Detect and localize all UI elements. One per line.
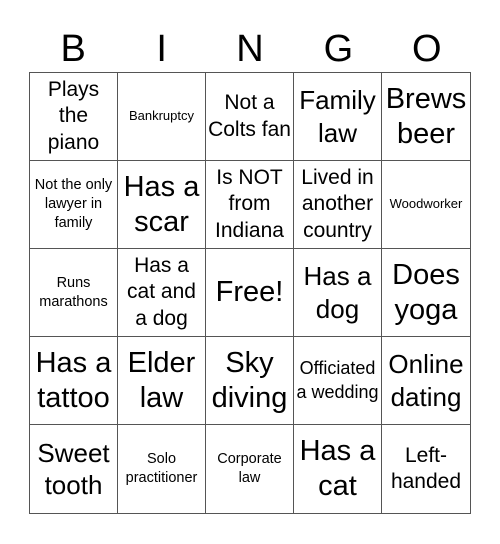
header-letter-g: G xyxy=(323,28,354,70)
bingo-cell[interactable]: Plays the piano xyxy=(30,73,118,161)
header-letter-b: B xyxy=(60,28,86,70)
bingo-cell[interactable]: Sweet tooth xyxy=(30,425,118,513)
bingo-cell[interactable]: Woodworker xyxy=(382,161,470,249)
bingo-cell[interactable]: Has a dog xyxy=(294,249,382,337)
bingo-cell-free[interactable]: Free! xyxy=(206,249,294,337)
bingo-cell[interactable]: Solo practitioner xyxy=(118,425,206,513)
bingo-cell[interactable]: Brews beer xyxy=(382,73,470,161)
bingo-cell[interactable]: Has a scar xyxy=(118,161,206,249)
header-letter-n: N xyxy=(236,28,264,70)
bingo-cell[interactable]: Bankruptcy xyxy=(118,73,206,161)
bingo-cell[interactable]: Not the only lawyer in family xyxy=(30,161,118,249)
bingo-cell[interactable]: Family law xyxy=(294,73,382,161)
header-letter-o: O xyxy=(412,28,442,70)
bingo-cell[interactable]: Online dating xyxy=(382,337,470,425)
bingo-cell[interactable]: Not a Colts fan xyxy=(206,73,294,161)
bingo-cell[interactable]: Lived in another country xyxy=(294,161,382,249)
bingo-cell[interactable]: Elder law xyxy=(118,337,206,425)
bingo-cell[interactable]: Sky diving xyxy=(206,337,294,425)
header-letter-i: I xyxy=(156,28,167,70)
bingo-grid: Plays the piano Bankruptcy Not a Colts f… xyxy=(29,72,471,514)
bingo-cell[interactable]: Has a cat xyxy=(294,425,382,513)
bingo-cell[interactable]: Is NOT from Indiana xyxy=(206,161,294,249)
bingo-cell[interactable]: Left-handed xyxy=(382,425,470,513)
bingo-cell[interactable]: Has a cat and a dog xyxy=(118,249,206,337)
bingo-cell[interactable]: Runs marathons xyxy=(30,249,118,337)
bingo-cell[interactable]: Does yoga xyxy=(382,249,470,337)
bingo-header: B I N G O xyxy=(29,26,471,72)
bingo-cell[interactable]: Officiated a wedding xyxy=(294,337,382,425)
bingo-cell[interactable]: Has a tattoo xyxy=(30,337,118,425)
bingo-cell[interactable]: Corporate law xyxy=(206,425,294,513)
